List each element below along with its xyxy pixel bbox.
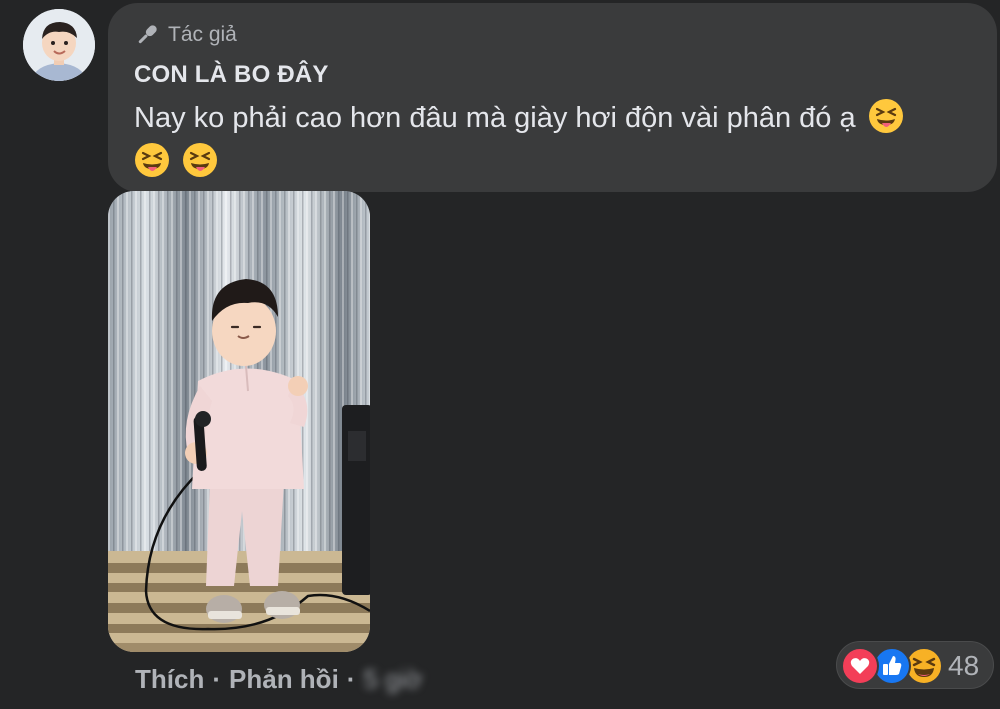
comment-text: Nay ko phải cao hơn đâu mà giày hơi độn …: [134, 102, 856, 134]
comment-photo[interactable]: [108, 191, 370, 652]
author-name[interactable]: CON LÀ BO ĐÂY: [134, 61, 329, 89]
squinting-tongue-emoji: [868, 98, 904, 134]
comment-bubble: Tác giả CON LÀ BO ĐÂY Nay ko phải cao hơ…: [108, 3, 997, 192]
like-button[interactable]: Thích: [135, 664, 204, 695]
comment-message: Nay ko phải cao hơn đâu mà giày hơi độn …: [134, 96, 984, 184]
squinting-tongue-emoji: [182, 142, 218, 178]
reaction-count: 48: [948, 650, 980, 681]
author-badge-label: Tác giả: [168, 23, 237, 46]
author-badge[interactable]: Tác giả: [134, 22, 237, 48]
microphone-icon: [138, 25, 157, 44]
squinting-tongue-emoji: [134, 142, 170, 178]
action-separator: ·: [212, 664, 222, 694]
love-icon: [841, 647, 879, 685]
comment-actions: Thích · Phản hồi · 5 giờ: [135, 664, 422, 695]
action-separator: ·: [346, 664, 356, 694]
reply-button[interactable]: Phản hồi: [229, 664, 339, 695]
reaction-summary[interactable]: 48: [836, 641, 994, 689]
commenter-avatar[interactable]: [23, 9, 95, 81]
comment-timestamp[interactable]: 5 giờ: [363, 664, 422, 695]
